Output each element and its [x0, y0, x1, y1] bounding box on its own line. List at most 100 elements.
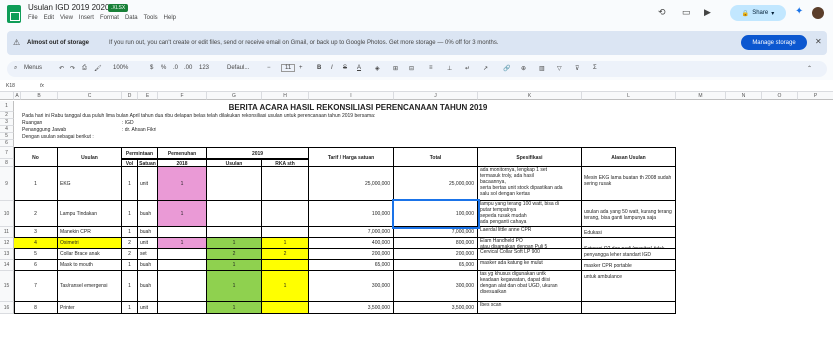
- share-button[interactable]: 🔒 Share ▾: [730, 5, 786, 21]
- column-header[interactable]: I: [309, 92, 394, 100]
- menu-insert[interactable]: Insert: [79, 15, 94, 21]
- column-header[interactable]: K: [478, 92, 582, 100]
- column-header[interactable]: D: [122, 92, 138, 100]
- spreadsheet-grid[interactable]: A B C D E F G H I J K L M N O P 1 2 3 4 5 6 7 8 9 10 11 12 13 14 15 16 B…: [0, 92, 833, 338]
- column-header[interactable]: G: [207, 92, 262, 100]
- collapse-toolbar-icon[interactable]: ⌃: [807, 65, 812, 72]
- text-color-icon[interactable]: A: [357, 65, 361, 71]
- row-header[interactable]: 2: [0, 112, 14, 119]
- row-header[interactable]: 12: [0, 238, 14, 249]
- increase-decimal-button[interactable]: .00: [184, 65, 192, 71]
- number-format-button[interactable]: 123: [199, 65, 209, 71]
- column-header[interactable]: H: [262, 92, 309, 100]
- menu-edit[interactable]: Edit: [44, 15, 54, 21]
- column-header[interactable]: A: [14, 92, 21, 100]
- fill-color-icon[interactable]: ◈: [375, 65, 380, 72]
- row-header[interactable]: 11: [0, 227, 14, 238]
- column-header[interactable]: J: [394, 92, 478, 100]
- avatar[interactable]: [812, 7, 824, 19]
- strikethrough-icon[interactable]: S: [343, 65, 347, 71]
- font-size-increase-icon[interactable]: +: [299, 65, 303, 71]
- menu-tools[interactable]: Tools: [144, 15, 158, 21]
- column-header[interactable]: O: [762, 92, 798, 100]
- text-rotation-icon[interactable]: ↗: [483, 65, 488, 72]
- row-header[interactable]: 8: [0, 159, 14, 167]
- menu-help[interactable]: Help: [164, 15, 176, 21]
- functions-icon[interactable]: Σ: [593, 65, 597, 71]
- row-header[interactable]: 16: [0, 302, 14, 314]
- print-icon[interactable]: ⎙: [82, 65, 87, 72]
- header-rka: RKA sth: [262, 159, 309, 167]
- paint-format-icon[interactable]: 🖌: [94, 65, 102, 72]
- row-header[interactable]: 9: [0, 167, 14, 201]
- column-header[interactable]: N: [726, 92, 762, 100]
- chart-icon[interactable]: ▥: [539, 65, 545, 72]
- row-header[interactable]: 3: [0, 119, 14, 126]
- font-select[interactable]: Defaul...: [227, 65, 249, 71]
- column-header[interactable]: B: [21, 92, 58, 100]
- reason-line: untuk ambulance: [584, 274, 623, 280]
- row-header[interactable]: 14: [0, 260, 14, 271]
- menus-search[interactable]: Menus: [24, 65, 42, 71]
- row-header[interactable]: 10: [0, 201, 14, 227]
- column-header[interactable]: E: [138, 92, 158, 100]
- vertical-align-icon[interactable]: ⊥: [447, 65, 452, 72]
- menu-format[interactable]: Format: [100, 15, 119, 21]
- close-icon[interactable]: ✕: [815, 37, 822, 46]
- row-tarif: 25,000,000: [309, 167, 394, 201]
- row-header[interactable]: 1: [0, 101, 14, 112]
- font-size-input[interactable]: 11: [281, 64, 296, 72]
- horizontal-align-icon[interactable]: ≡: [429, 65, 433, 71]
- name-box[interactable]: K18: [6, 83, 15, 89]
- row-tarif: 7,000,000: [309, 227, 394, 238]
- menu-data[interactable]: Data: [125, 15, 138, 21]
- spec-line: Cervical Collar Soft LP 900: [480, 249, 540, 255]
- row-satuan: buah: [138, 260, 158, 271]
- row-total: 7,000,000: [394, 227, 478, 238]
- italic-icon[interactable]: I: [331, 65, 333, 71]
- select-all-corner[interactable]: [0, 92, 14, 100]
- currency-icon[interactable]: $: [150, 65, 153, 71]
- column-header[interactable]: P: [798, 92, 833, 100]
- merge-cells-icon[interactable]: ⊟: [409, 65, 414, 72]
- column-header[interactable]: F: [158, 92, 207, 100]
- column-header[interactable]: L: [582, 92, 676, 100]
- row-header[interactable]: 7: [0, 147, 14, 159]
- decrease-decimal-button[interactable]: .0: [173, 65, 178, 71]
- borders-icon[interactable]: ⊞: [393, 65, 398, 72]
- meet-icon[interactable]: ▶: [704, 7, 711, 18]
- comment-add-icon[interactable]: ⊕: [521, 65, 526, 72]
- row-spesifikasi: tas yg khusus digunakan untk keadaan kega…: [478, 271, 582, 302]
- menu-file[interactable]: File: [28, 15, 38, 21]
- undo-icon[interactable]: ↶: [59, 65, 64, 72]
- row-alasan: untuk ambulance: [582, 271, 676, 302]
- row-header[interactable]: 5: [0, 133, 14, 140]
- document-title[interactable]: Usulan IGD 2019 2020: [28, 3, 109, 12]
- reason-line: Edukasi: [584, 230, 602, 236]
- header-alasan: Alasan Usulan: [582, 147, 676, 167]
- text-wrap-icon[interactable]: ↵: [465, 65, 470, 72]
- row-header[interactable]: 6: [0, 140, 14, 147]
- zoom-select[interactable]: 100%: [113, 65, 128, 71]
- filter-views-icon[interactable]: ⊽: [575, 65, 579, 72]
- sheets-logo-icon[interactable]: [7, 5, 21, 23]
- history-icon[interactable]: ⟲: [658, 7, 666, 18]
- row-satuan: set: [138, 249, 158, 260]
- link-icon[interactable]: 🔗: [503, 65, 510, 72]
- row-header[interactable]: 4: [0, 126, 14, 133]
- percent-button[interactable]: %: [161, 65, 166, 71]
- filter-icon[interactable]: ▽: [557, 65, 562, 72]
- column-header[interactable]: M: [676, 92, 726, 100]
- row-header[interactable]: 15: [0, 271, 14, 302]
- search-icon[interactable]: ⌕: [14, 65, 17, 72]
- font-size-decrease-icon[interactable]: −: [267, 65, 271, 71]
- comment-icon[interactable]: ▭: [682, 7, 691, 18]
- gemini-icon[interactable]: ✦: [795, 6, 803, 17]
- column-header[interactable]: C: [58, 92, 122, 100]
- manage-storage-button[interactable]: Manage storage: [741, 35, 807, 50]
- row-header[interactable]: 13: [0, 249, 14, 260]
- menu-view[interactable]: View: [60, 15, 73, 21]
- selected-cell[interactable]: [392, 199, 480, 229]
- redo-icon[interactable]: ↷: [70, 65, 75, 72]
- bold-icon[interactable]: B: [317, 65, 321, 71]
